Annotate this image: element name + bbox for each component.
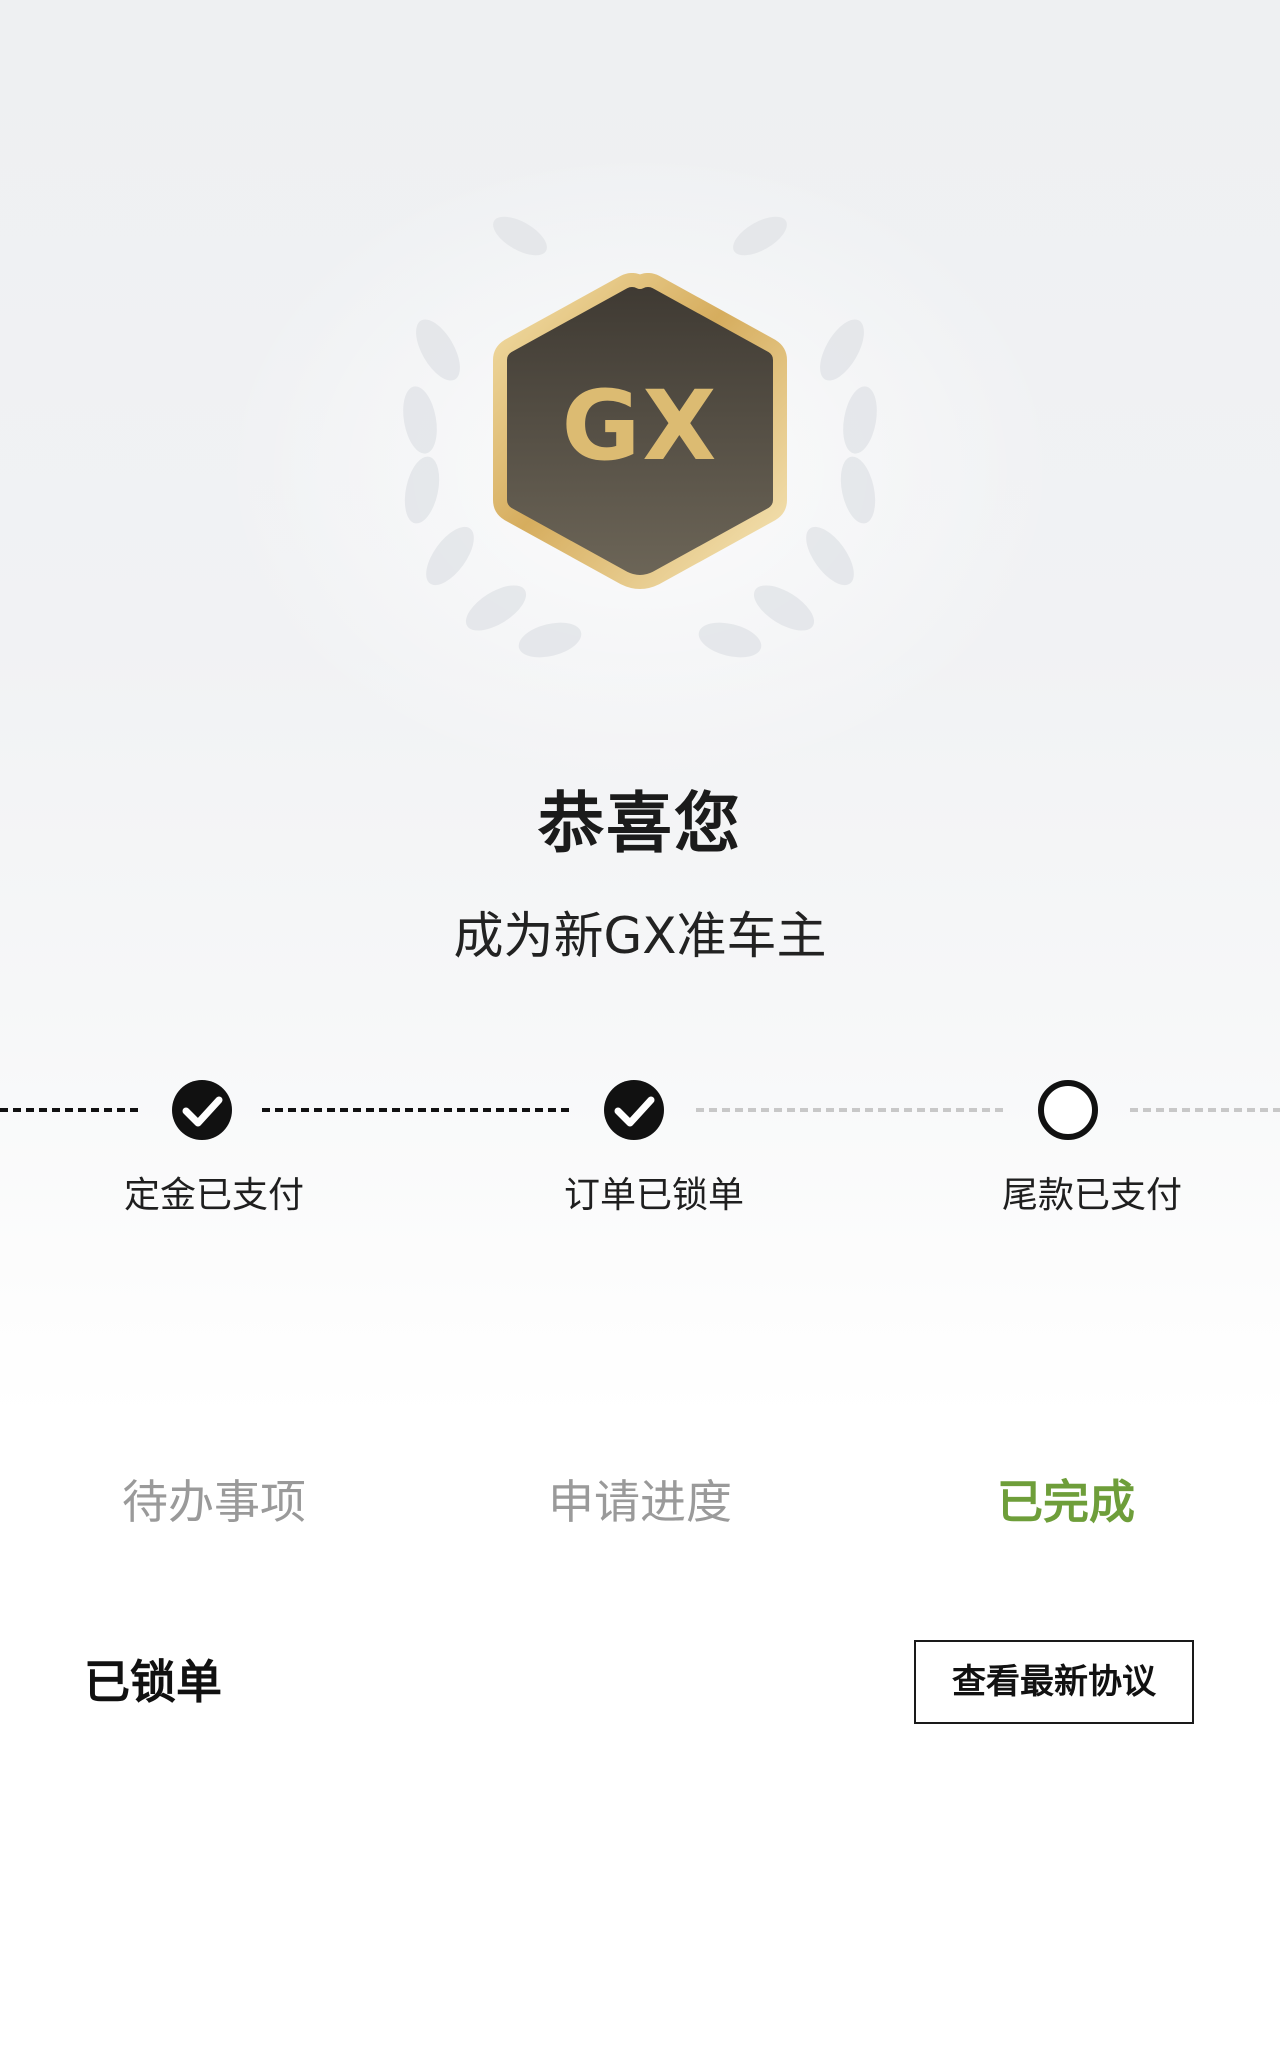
- check-circle-icon: [172, 1080, 232, 1140]
- step-label-locked: 订单已锁单: [563, 1175, 744, 1216]
- check-circle-icon: [604, 1080, 664, 1140]
- gx-badge: GX: [380, 200, 900, 680]
- tab-application-progress[interactable]: 申请进度: [480, 1466, 800, 1532]
- badge-logo-text: GX: [561, 370, 719, 482]
- tab-completed[interactable]: 已完成: [906, 1466, 1226, 1532]
- congrats-title: 恭喜您: [538, 785, 742, 862]
- tab-todo[interactable]: 待办事项: [54, 1466, 374, 1532]
- view-agreement-button[interactable]: 查看最新协议: [914, 1640, 1194, 1724]
- empty-circle-icon: [1038, 1080, 1098, 1140]
- progress-track: [0, 1080, 1280, 1140]
- section-title-locked: 已锁单: [84, 1655, 222, 1709]
- order-status-page: GX 恭喜您 成为新GX准车主 定金已支付 订单已锁单 尾款已支付 待办事项 申…: [0, 0, 1280, 2056]
- status-tabs: 待办事项 申请进度 已完成: [0, 1420, 1280, 1580]
- step-label-deposit: 定金已支付: [123, 1175, 304, 1216]
- congrats-subtitle: 成为新GX准车主: [453, 907, 827, 965]
- order-progress: 定金已支付 订单已锁单 尾款已支付: [0, 1070, 1280, 1220]
- step-label-final-payment: 尾款已支付: [1001, 1175, 1182, 1216]
